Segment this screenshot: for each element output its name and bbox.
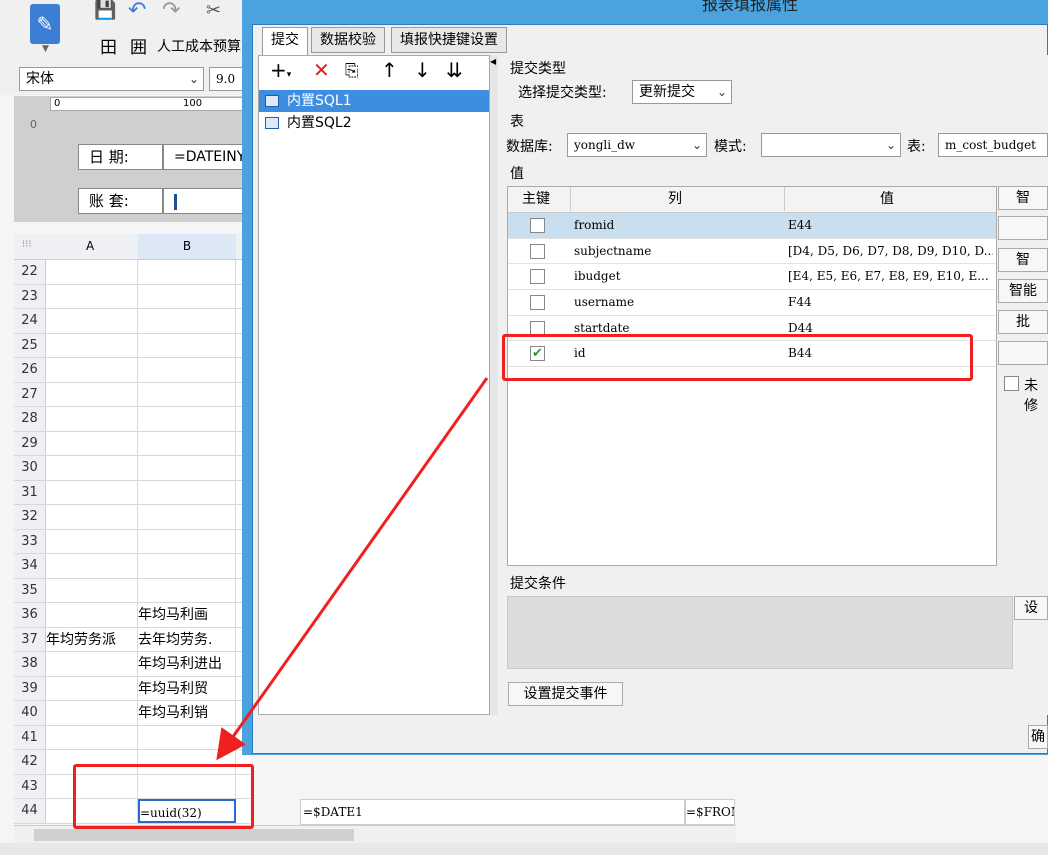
annotation-arrow	[216, 377, 489, 761]
